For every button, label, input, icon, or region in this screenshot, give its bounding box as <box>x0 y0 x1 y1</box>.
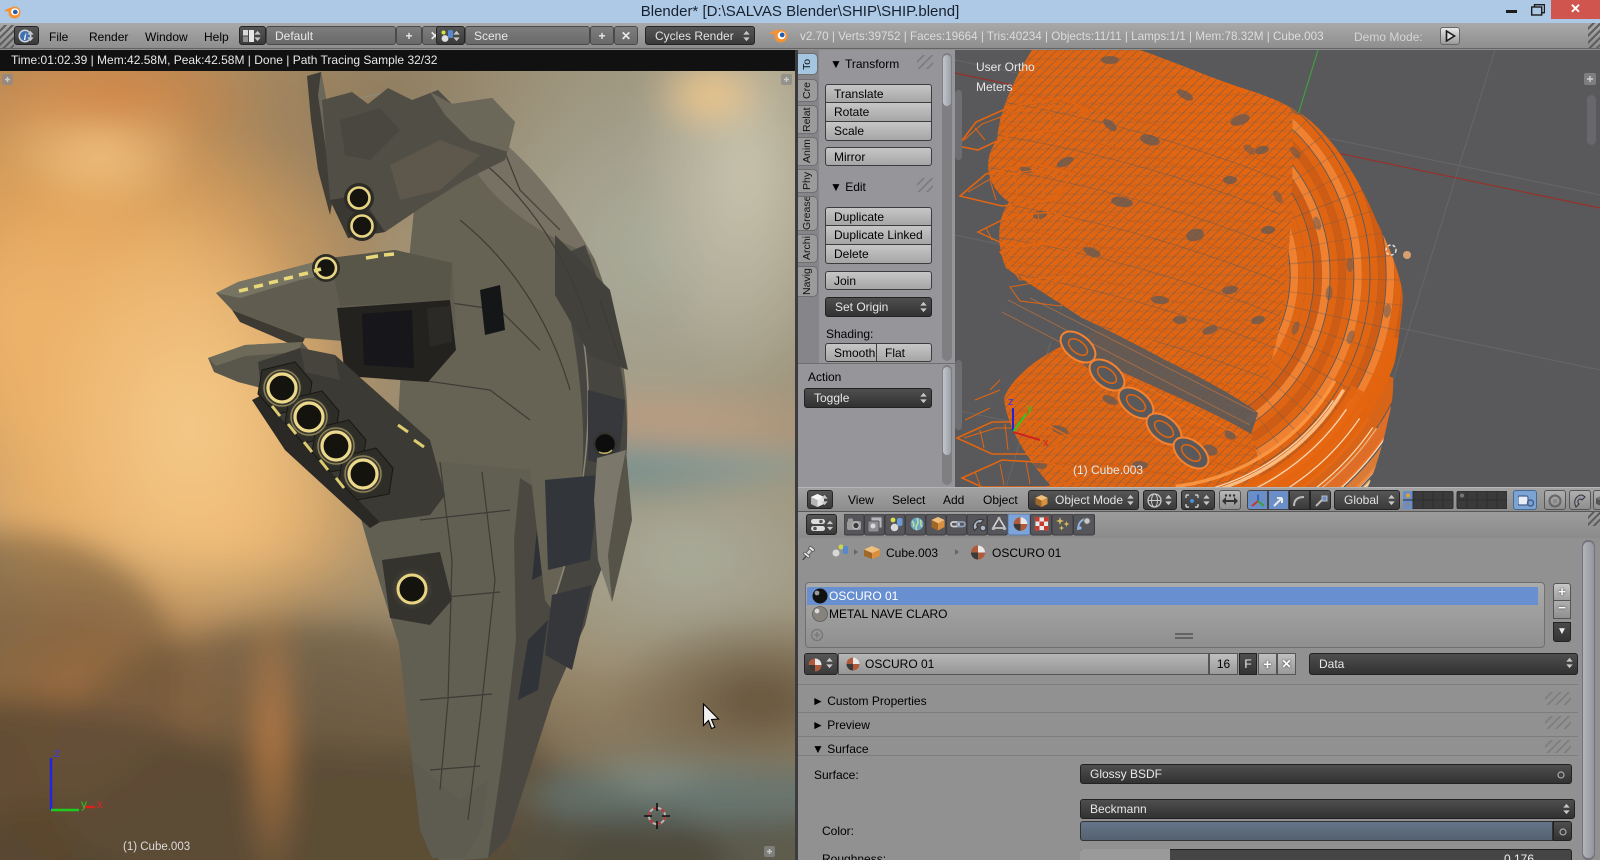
svg-text:z: z <box>1008 396 1014 408</box>
svg-text:Cube.003: Cube.003 <box>886 546 938 560</box>
svg-text:y: y <box>81 797 87 811</box>
svg-text:OSCURO 01: OSCURO 01 <box>992 546 1062 560</box>
svg-text:z: z <box>54 746 60 760</box>
svg-text:(1) Cube.003: (1) Cube.003 <box>1073 463 1143 477</box>
svg-text:(1) Cube.003: (1) Cube.003 <box>123 841 190 853</box>
svg-text:x: x <box>1043 437 1049 449</box>
svg-text:Meters: Meters <box>976 80 1013 94</box>
svg-text:y: y <box>1027 403 1033 415</box>
svg-text:User Ortho: User Ortho <box>976 60 1035 74</box>
svg-text:x: x <box>97 797 103 811</box>
